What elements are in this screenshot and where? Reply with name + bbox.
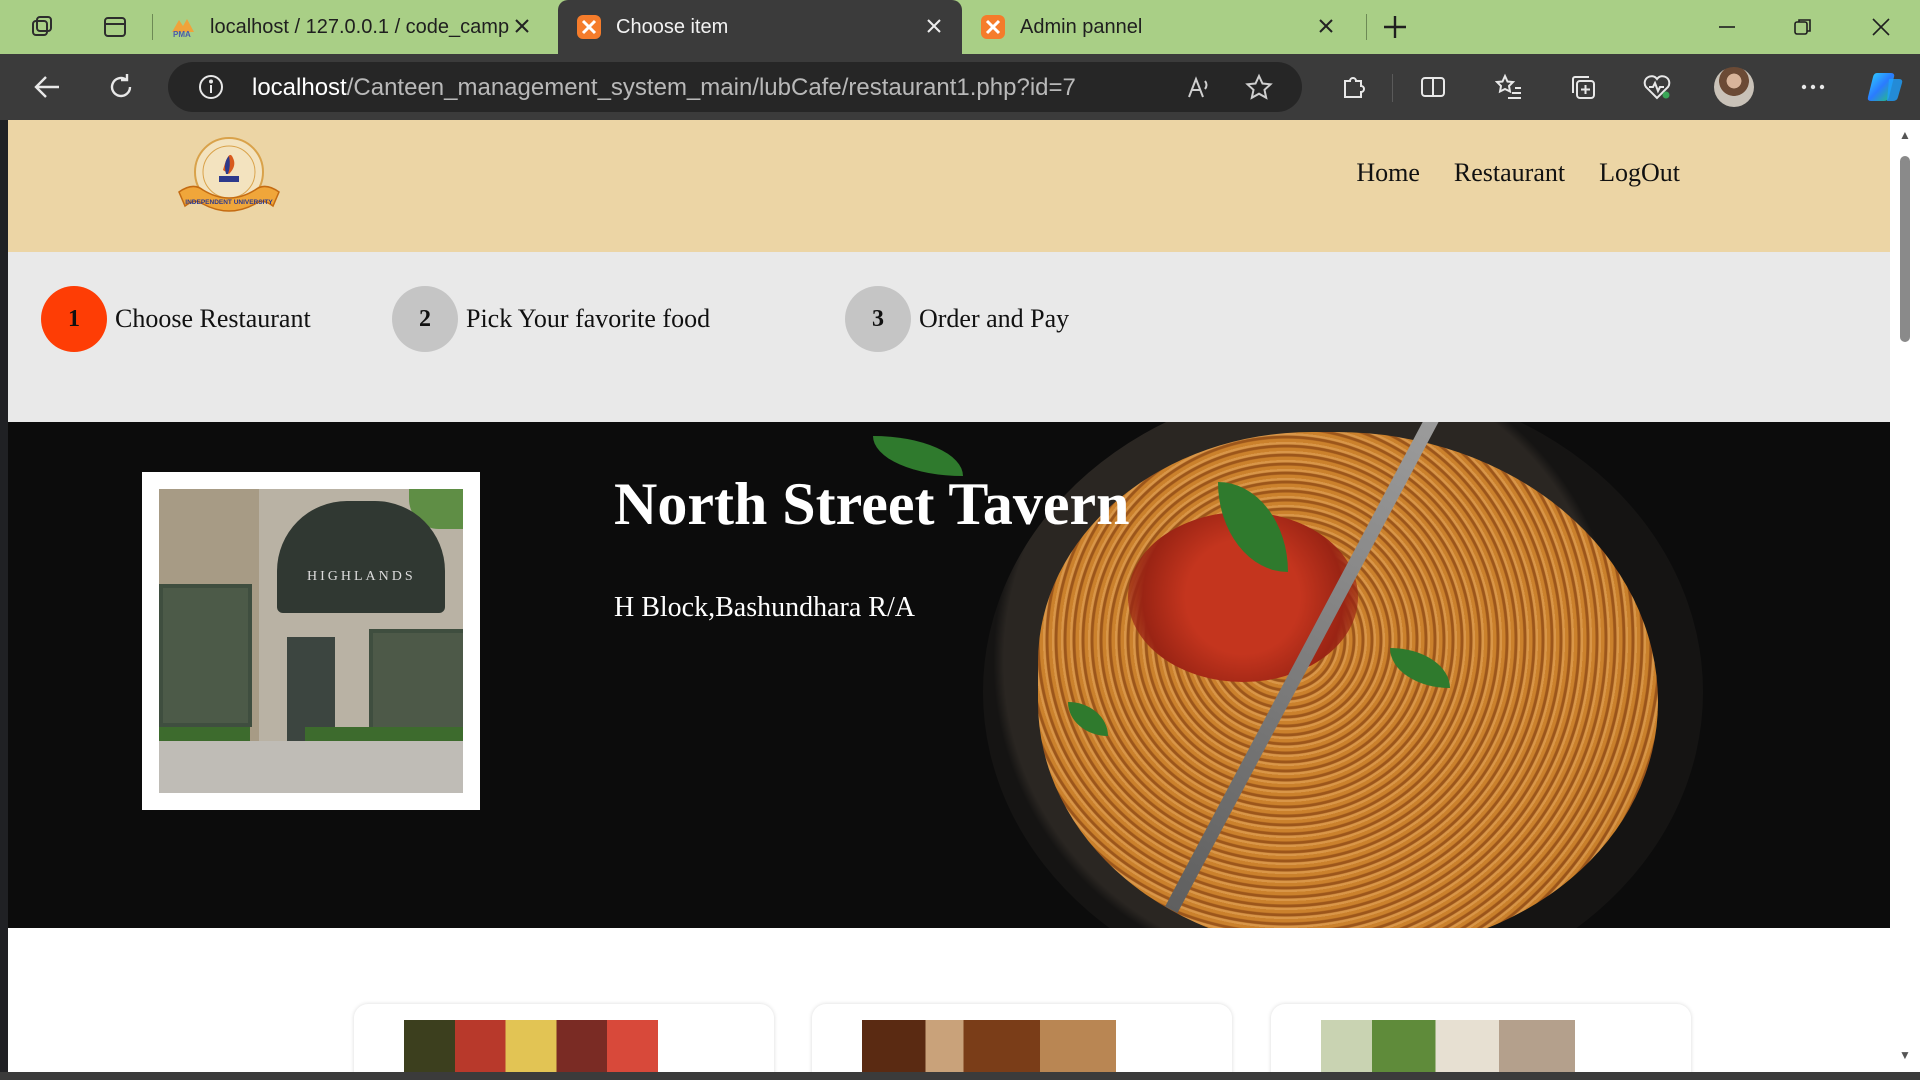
- order-steps: 1 Choose Restaurant 2 Pick Your favorite…: [8, 252, 1890, 422]
- nav-logout-link[interactable]: LogOut: [1599, 158, 1680, 188]
- restaurant-photo: HIGHLANDS: [142, 472, 480, 810]
- nav-restaurant-link[interactable]: Restaurant: [1454, 158, 1565, 188]
- extensions-icon[interactable]: [1336, 70, 1370, 104]
- restaurant-address: H Block,Bashundhara R/A: [614, 592, 915, 623]
- step-label: Order and Pay: [919, 304, 1070, 333]
- nav-home-link[interactable]: Home: [1356, 158, 1420, 188]
- read-aloud-icon[interactable]: [1184, 72, 1214, 102]
- address-bar[interactable]: localhost/Canteen_management_system_main…: [168, 62, 1302, 112]
- browser-toolbar: localhost/Canteen_management_system_main…: [0, 54, 1920, 120]
- back-icon[interactable]: [30, 70, 64, 104]
- favorite-star-icon[interactable]: [1244, 72, 1274, 102]
- food-image: [404, 1020, 658, 1072]
- vertical-tabs-icon[interactable]: [100, 12, 130, 42]
- tab-title: Choose item: [616, 15, 729, 38]
- step-choose-restaurant: 1 Choose Restaurant: [41, 286, 311, 352]
- close-window-icon[interactable]: [1866, 12, 1896, 42]
- step-number: 3: [845, 286, 911, 352]
- tab-phpmyadmin[interactable]: PMA localhost / 127.0.0.1 / code_camp: [170, 0, 550, 54]
- browser-tab-bar: PMA localhost / 127.0.0.1 / code_camp Ch…: [0, 0, 1920, 54]
- food-card[interactable]: [812, 1004, 1232, 1072]
- split-screen-icon[interactable]: [1416, 70, 1450, 104]
- step-label: Pick Your favorite food: [466, 304, 711, 333]
- minimize-icon[interactable]: [1712, 12, 1742, 42]
- photo-sign-text: HIGHLANDS: [307, 569, 416, 584]
- food-card[interactable]: [1271, 1004, 1691, 1072]
- url-text[interactable]: localhost/Canteen_management_system_main…: [252, 74, 1076, 102]
- site-info-icon[interactable]: [198, 74, 224, 100]
- university-logo[interactable]: INDEPENDENT UNIVERSITY: [173, 134, 285, 218]
- scroll-up-icon[interactable]: ▲: [1898, 128, 1912, 142]
- scroll-down-icon[interactable]: ▼: [1898, 1048, 1912, 1062]
- site-nav: Home Restaurant LogOut: [1356, 158, 1680, 188]
- tab-title: localhost / 127.0.0.1 / code_camp: [210, 15, 510, 38]
- copilot-icon[interactable]: [1864, 70, 1906, 104]
- svg-text:PMA: PMA: [173, 30, 191, 38]
- tab-title: Admin pannel: [1020, 15, 1143, 38]
- step-number: 2: [392, 286, 458, 352]
- food-card[interactable]: [354, 1004, 774, 1072]
- restaurant-hero: HIGHLANDS North Street Tavern H Block,Ba…: [8, 422, 1890, 928]
- xampp-icon: [980, 14, 1006, 40]
- close-tab-icon[interactable]: [510, 14, 534, 38]
- step-number: 1: [41, 286, 107, 352]
- food-image: [862, 1020, 1116, 1072]
- new-tab-icon[interactable]: [1380, 12, 1410, 42]
- page-scrollbar[interactable]: ▲ ▼: [1890, 120, 1920, 1072]
- step-pick-food: 2 Pick Your favorite food: [392, 286, 710, 352]
- profile-avatar[interactable]: [1714, 67, 1754, 107]
- logo-text: INDEPENDENT UNIVERSITY: [185, 199, 273, 206]
- close-tab-icon[interactable]: [922, 14, 946, 38]
- close-tab-icon[interactable]: [1314, 14, 1338, 38]
- step-order-pay: 3 Order and Pay: [845, 286, 1069, 352]
- tab-choose-item[interactable]: Choose item: [558, 0, 962, 54]
- collections-icon[interactable]: [1566, 70, 1600, 104]
- step-label: Choose Restaurant: [115, 304, 311, 333]
- phpmyadmin-icon: PMA: [170, 14, 196, 40]
- xampp-icon: [576, 14, 602, 40]
- food-image: [1321, 1020, 1575, 1072]
- restore-icon[interactable]: [1788, 12, 1818, 42]
- favorites-list-icon[interactable]: [1492, 70, 1526, 104]
- workspaces-icon[interactable]: [28, 12, 58, 42]
- scrollbar-thumb[interactable]: [1900, 156, 1910, 342]
- restaurant-name: North Street Tavern: [614, 471, 1130, 537]
- site-header: INDEPENDENT UNIVERSITY Home Restaurant L…: [8, 120, 1890, 252]
- tab-admin-panel[interactable]: Admin pannel: [980, 0, 1354, 54]
- more-options-icon[interactable]: [1796, 70, 1830, 104]
- page-viewport: INDEPENDENT UNIVERSITY Home Restaurant L…: [8, 120, 1890, 1072]
- refresh-icon[interactable]: [104, 70, 138, 104]
- browser-essentials-icon[interactable]: [1640, 70, 1674, 104]
